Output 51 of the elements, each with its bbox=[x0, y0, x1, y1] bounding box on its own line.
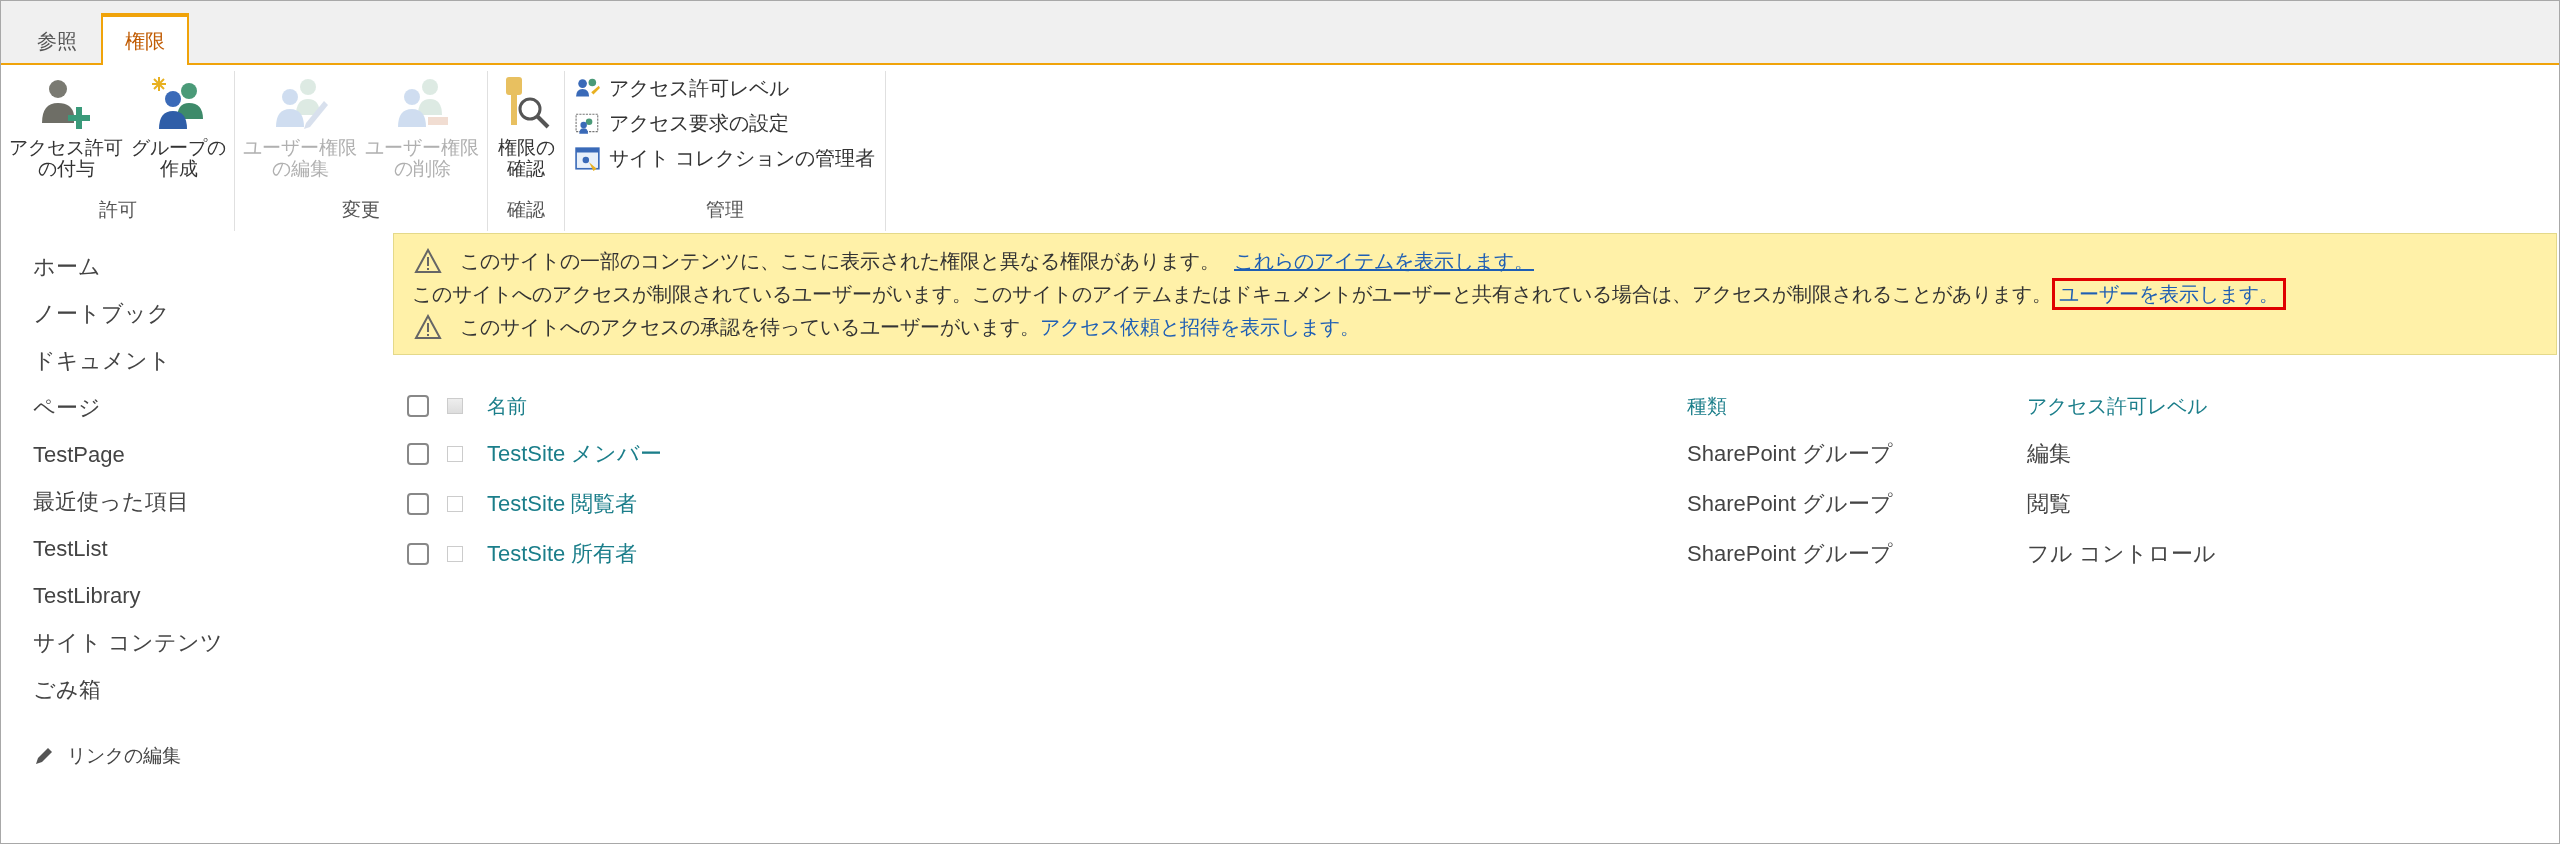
row-checkbox[interactable] bbox=[407, 493, 429, 515]
table-cell-text: SharePoint グループ bbox=[1687, 490, 1893, 518]
ribbon-button[interactable]: アクセス許可レベル bbox=[571, 73, 879, 104]
edit-links-link[interactable]: リンクの編集 bbox=[33, 743, 181, 769]
pencil-icon bbox=[33, 745, 55, 767]
group-name-link[interactable]: TestSite 閲覧者 bbox=[487, 489, 638, 519]
group-label: 確認 bbox=[506, 198, 546, 222]
group-name-link[interactable]: TestSite メンバー bbox=[487, 439, 663, 469]
nav-link[interactable]: 最近使った項目 bbox=[33, 478, 189, 525]
row-marker-icon bbox=[447, 446, 463, 462]
group-name-link[interactable]: TestSite 所有者 bbox=[487, 539, 638, 569]
ribbon-button[interactable]: アクセス許可 の付与 bbox=[7, 71, 125, 197]
banner-message: このサイトの一部のコンテンツに、ここに表示された権限と異なる権限があります。 bbox=[460, 249, 1220, 274]
nav-link[interactable]: ホーム bbox=[33, 243, 101, 290]
nav-link[interactable]: TestLibrary bbox=[33, 572, 141, 619]
nav-link[interactable]: ページ bbox=[33, 384, 101, 431]
banner-link[interactable]: ユーザーを表示します。 bbox=[2052, 278, 2286, 310]
table-cell-text: 閲覧 bbox=[2027, 490, 2071, 518]
group-label: 許可 bbox=[97, 198, 138, 222]
row-marker-icon bbox=[447, 546, 463, 562]
column-header[interactable]: 名前 bbox=[487, 392, 527, 420]
ribbon-button[interactable]: 権限の 確認 bbox=[494, 71, 558, 197]
banner-message: このサイトへのアクセスが制限されているユーザーがいます。このサイトのアイテムまたはドキュメントがユーザーと共有されている場合は、アクセスが制限されることがあります。 bbox=[412, 282, 2052, 307]
select-all-checkbox[interactable] bbox=[407, 395, 429, 417]
ribbon-button[interactable]: グループの 作成 bbox=[129, 71, 228, 197]
banner-link[interactable]: アクセス依頼と招待を表示します。 bbox=[1040, 312, 1360, 342]
nav-link[interactable]: ドキュメント bbox=[33, 337, 171, 384]
banner-link[interactable]: これらのアイテムを表示します。 bbox=[1234, 246, 1534, 276]
nav-link[interactable]: TestPage bbox=[33, 431, 125, 478]
row-checkbox[interactable] bbox=[407, 543, 429, 565]
window-people-icon bbox=[575, 145, 601, 172]
ribbon-button[interactable]: アクセス要求の設定 bbox=[571, 108, 879, 139]
ribbon-button[interactable]: サイト コレクションの管理者 bbox=[571, 143, 879, 174]
ribbon-tab[interactable]: 権限 bbox=[101, 13, 189, 65]
table-cell-text: 編集 bbox=[2027, 440, 2071, 468]
nav-link[interactable]: ノートブック bbox=[33, 290, 170, 337]
row-checkbox[interactable] bbox=[407, 443, 429, 465]
column-header[interactable]: 種類 bbox=[1687, 392, 1727, 420]
banner-message: このサイトへのアクセスの承認を待っているユーザーがいます。 bbox=[460, 315, 1040, 340]
ribbon-tab[interactable]: 参照 bbox=[13, 15, 101, 65]
table-cell-text: SharePoint グループ bbox=[1687, 540, 1893, 568]
group-label: 管理 bbox=[704, 198, 745, 222]
column-header[interactable]: アクセス許可レベル bbox=[2027, 392, 2207, 420]
nav-link[interactable]: サイト コンテンツ bbox=[33, 619, 224, 666]
header-checkbox-icon bbox=[447, 398, 463, 414]
row-marker-icon bbox=[447, 496, 463, 512]
table-cell-text: フル コントロール bbox=[2027, 540, 2217, 568]
nav-link[interactable]: TestList bbox=[33, 525, 108, 572]
table-cell-text: SharePoint グループ bbox=[1687, 440, 1893, 468]
group-label: 変更 bbox=[341, 198, 381, 222]
nav-link[interactable]: ごみ箱 bbox=[33, 666, 101, 713]
